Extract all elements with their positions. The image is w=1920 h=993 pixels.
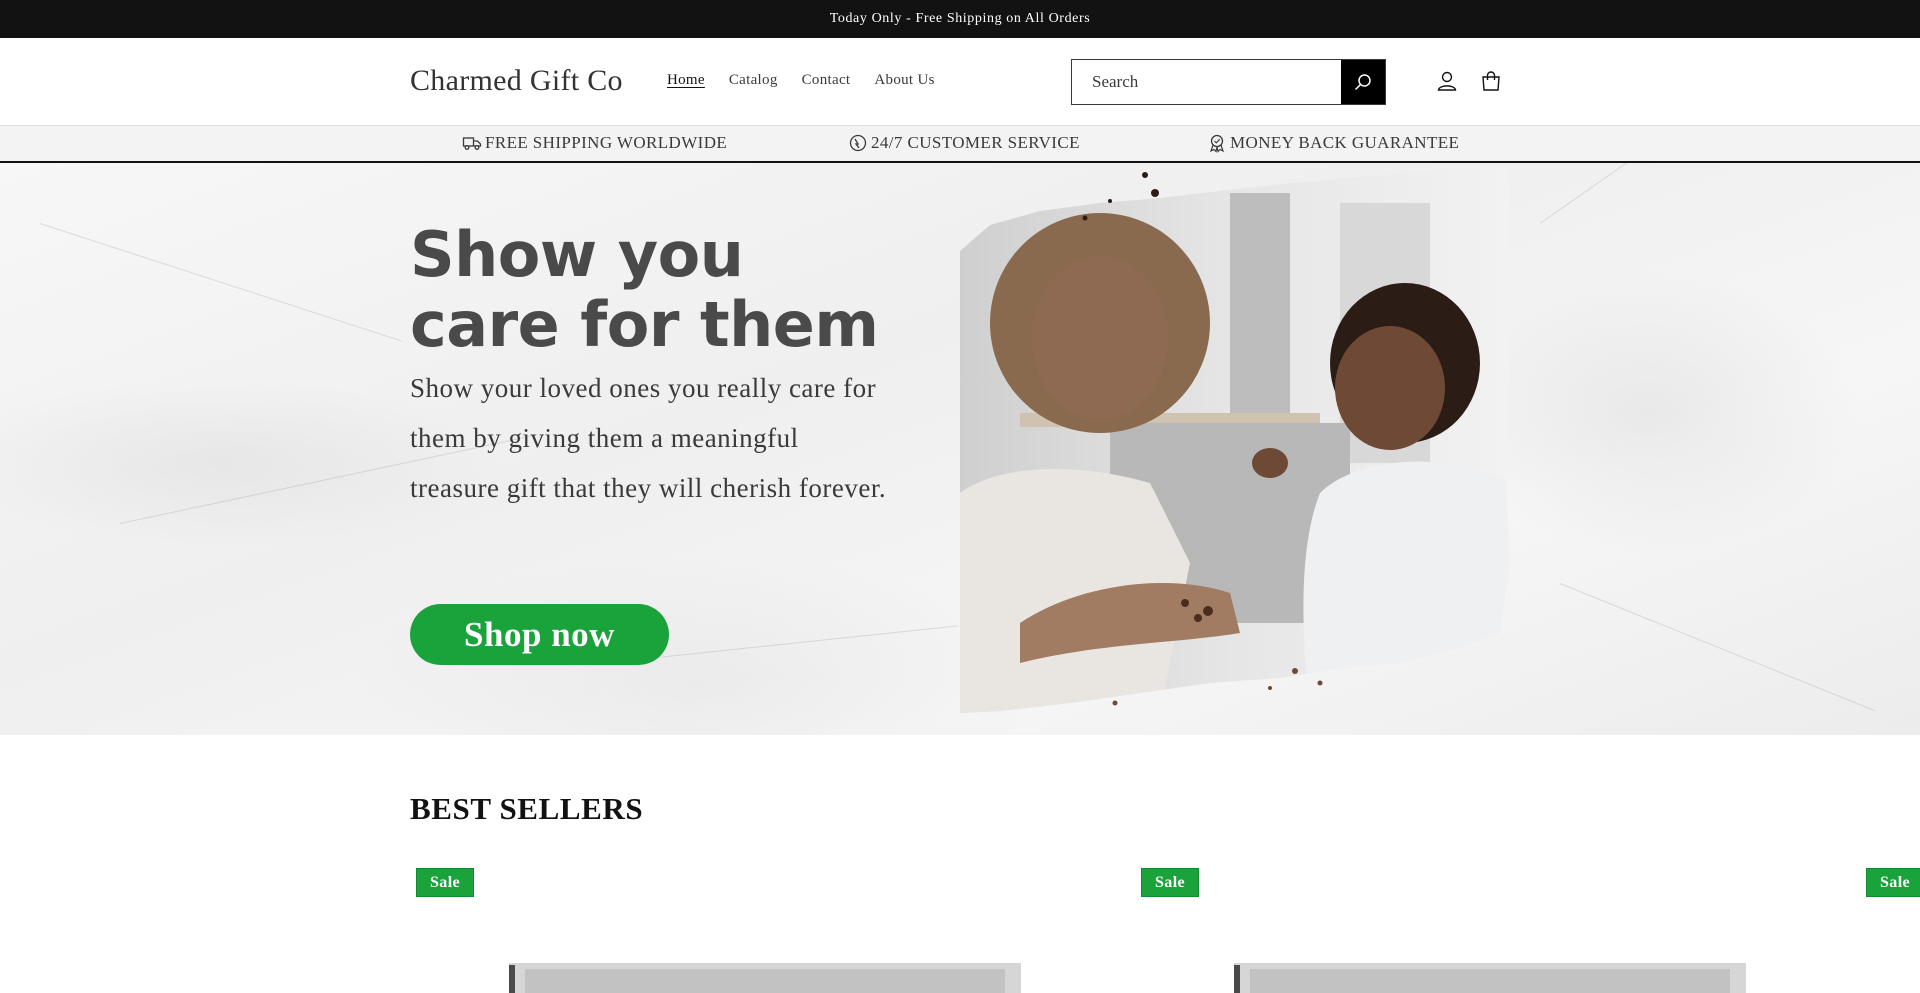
product-image[interactable] [1230, 955, 1750, 993]
site-header: Charmed Gift Co Home Catalog Contact Abo… [0, 38, 1920, 125]
site-logo[interactable]: Charmed Gift Co [410, 64, 623, 98]
announcement-bar: Today Only - Free Shipping on All Orders [0, 0, 1920, 38]
nav-home[interactable]: Home [667, 72, 705, 89]
marble-vein [1539, 163, 1787, 224]
account-icon [1437, 71, 1457, 91]
usp-label: MONEY BACK GUARANTEE [1230, 133, 1460, 152]
search-form [1071, 59, 1386, 105]
cart-icon [1482, 71, 1500, 91]
search-icon [1354, 74, 1371, 91]
announcement-text: Today Only - Free Shipping on All Orders [829, 11, 1091, 26]
cart-button[interactable] [1478, 68, 1504, 94]
sale-badge: Sale [1141, 868, 1200, 897]
search-input[interactable] [1072, 60, 1341, 104]
shop-now-button[interactable]: Shop now [410, 604, 669, 665]
usp-label: FREE SHIPPING WORLDWIDE [485, 133, 728, 152]
usp-customer-service: 24/7 CUSTOMER SERVICE [848, 133, 1080, 153]
usp-free-shipping: FREE SHIPPING WORLDWIDE [462, 133, 727, 153]
search-button[interactable] [1341, 60, 1385, 104]
nav-about-us[interactable]: About Us [874, 72, 934, 89]
sale-badge: Sale [416, 868, 475, 897]
usp-label: 24/7 CUSTOMER SERVICE [871, 133, 1080, 152]
product-image[interactable] [505, 955, 1025, 993]
hero-image [960, 167, 1510, 713]
best-sellers-heading: BEST SELLERS [410, 791, 644, 826]
headset-icon [849, 134, 867, 152]
account-button[interactable] [1434, 68, 1460, 94]
hero-description: Show your loved ones you really care for… [410, 373, 887, 503]
usp-bar: FREE SHIPPING WORLDWIDE 24/7 CUSTOMER SE… [0, 125, 1920, 163]
usp-money-back: MONEY BACK GUARANTEE [1207, 133, 1459, 153]
hero-banner: Show you care for them Show your loved o… [0, 163, 1920, 735]
main-nav: Home Catalog Contact About Us [667, 72, 959, 89]
marble-vein [39, 223, 402, 342]
nav-catalog[interactable]: Catalog [729, 72, 778, 89]
nav-contact[interactable]: Contact [802, 72, 851, 89]
hero-title: Show you care for them [410, 218, 879, 361]
marble-vein [1559, 583, 1876, 712]
badge-icon [1209, 134, 1225, 153]
sale-badge: Sale [1866, 868, 1920, 897]
truck-icon [462, 137, 482, 150]
